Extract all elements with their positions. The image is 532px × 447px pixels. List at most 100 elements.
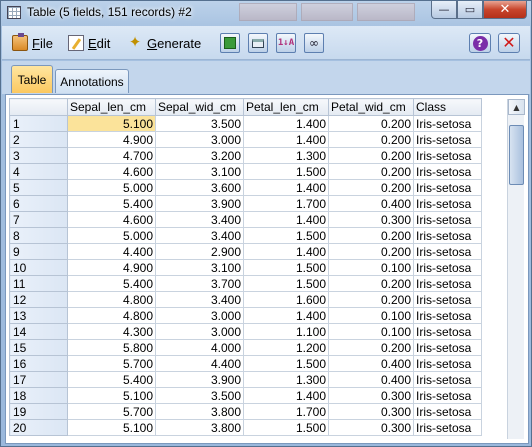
table-cell[interactable]: 1.500 bbox=[243, 419, 329, 436]
table-cell[interactable]: 0.400 bbox=[328, 371, 414, 388]
table-cell[interactable]: 1.500 bbox=[243, 355, 329, 372]
column-header-sepal_len_cm[interactable]: Sepal_len_cm bbox=[67, 98, 156, 116]
table-cell[interactable]: Iris-setosa bbox=[413, 115, 482, 132]
sort-button[interactable]: 1↓A bbox=[276, 33, 296, 53]
table-cell[interactable]: 3.100 bbox=[155, 259, 244, 276]
table-cell[interactable]: 5.100 bbox=[67, 419, 156, 436]
column-header-petal_wid_cm[interactable]: Petal_wid_cm bbox=[328, 98, 414, 116]
table-cell[interactable]: Iris-setosa bbox=[413, 387, 482, 404]
table-row[interactable]: 15 5.800 4.000 1.200 0.200 Iris-setosa bbox=[9, 339, 482, 356]
table-cell[interactable]: 5.700 bbox=[67, 355, 156, 372]
table-cell[interactable]: 1.500 bbox=[243, 163, 329, 180]
table-cell[interactable]: 4.700 bbox=[67, 147, 156, 164]
row-number[interactable]: 5 bbox=[9, 179, 68, 196]
table-cell[interactable]: 3.500 bbox=[155, 115, 244, 132]
tab-annotations[interactable]: Annotations bbox=[55, 69, 129, 93]
table-cell[interactable]: 4.400 bbox=[155, 355, 244, 372]
table-cell[interactable]: Iris-setosa bbox=[413, 339, 482, 356]
table-cell[interactable]: 0.200 bbox=[328, 243, 414, 260]
table-cell[interactable]: 0.200 bbox=[328, 163, 414, 180]
maximize-button[interactable]: ▭ bbox=[457, 1, 483, 19]
table-cell[interactable]: 1.400 bbox=[243, 307, 329, 324]
table-cell[interactable]: 4.800 bbox=[67, 291, 156, 308]
table-cell[interactable]: 0.100 bbox=[328, 307, 414, 324]
scroll-thumb[interactable] bbox=[509, 125, 524, 185]
table-row[interactable]: 8 5.000 3.400 1.500 0.200 Iris-setosa bbox=[9, 227, 482, 244]
table-cell[interactable]: 1.700 bbox=[243, 403, 329, 420]
table-cell[interactable]: 5.000 bbox=[67, 227, 156, 244]
table-cell[interactable]: 1.500 bbox=[243, 227, 329, 244]
table-row[interactable]: 2 4.900 3.000 1.400 0.200 Iris-setosa bbox=[9, 131, 482, 148]
row-number[interactable]: 16 bbox=[9, 355, 68, 372]
table-cell[interactable]: 5.400 bbox=[67, 275, 156, 292]
row-number[interactable]: 12 bbox=[9, 291, 68, 308]
menu-edit[interactable]: Edit bbox=[68, 34, 110, 52]
table-cell[interactable]: 0.300 bbox=[328, 403, 414, 420]
table-cell[interactable]: 1.100 bbox=[243, 323, 329, 340]
title-bar[interactable]: Table (5 fields, 151 records) #2 — ▭ ✕ bbox=[1, 1, 531, 25]
table-cell[interactable]: 0.200 bbox=[328, 339, 414, 356]
table-cell[interactable]: 1.200 bbox=[243, 339, 329, 356]
table-cell[interactable]: 1.300 bbox=[243, 371, 329, 388]
scroll-up-button[interactable]: ▲ bbox=[508, 99, 525, 115]
row-number-header[interactable] bbox=[9, 98, 68, 116]
table-cell[interactable]: 4.900 bbox=[67, 259, 156, 276]
table-cell[interactable]: 1.700 bbox=[243, 195, 329, 212]
table-cell[interactable]: 0.400 bbox=[328, 195, 414, 212]
table-cell[interactable]: Iris-setosa bbox=[413, 211, 482, 228]
table-cell[interactable]: 3.400 bbox=[155, 211, 244, 228]
table-row[interactable]: 14 4.300 3.000 1.100 0.100 Iris-setosa bbox=[9, 323, 482, 340]
vertical-scrollbar[interactable]: ▲ bbox=[507, 99, 525, 439]
close-table-button[interactable]: ✕ bbox=[498, 33, 520, 53]
export-button[interactable] bbox=[220, 33, 240, 53]
column-header-sepal_wid_cm[interactable]: Sepal_wid_cm bbox=[155, 98, 244, 116]
table-cell[interactable]: 0.200 bbox=[328, 291, 414, 308]
table-cell[interactable]: 3.000 bbox=[155, 307, 244, 324]
table-cell[interactable]: 3.000 bbox=[155, 131, 244, 148]
table-cell[interactable]: Iris-setosa bbox=[413, 131, 482, 148]
row-number[interactable]: 4 bbox=[9, 163, 68, 180]
row-number[interactable]: 18 bbox=[9, 387, 68, 404]
row-number[interactable]: 3 bbox=[9, 147, 68, 164]
table-row[interactable]: 5 5.000 3.600 1.400 0.200 Iris-setosa bbox=[9, 179, 482, 196]
table-row[interactable]: 6 5.400 3.900 1.700 0.400 Iris-setosa bbox=[9, 195, 482, 212]
table-cell[interactable]: 1.500 bbox=[243, 275, 329, 292]
table-cell[interactable]: 0.200 bbox=[328, 275, 414, 292]
table-cell[interactable]: 1.400 bbox=[243, 179, 329, 196]
table-cell[interactable]: 3.400 bbox=[155, 291, 244, 308]
table-cell[interactable]: 5.100 bbox=[67, 115, 156, 132]
table-cell[interactable]: 5.700 bbox=[67, 403, 156, 420]
table-cell[interactable]: Iris-setosa bbox=[413, 323, 482, 340]
table-cell[interactable]: 0.100 bbox=[328, 259, 414, 276]
table-cell[interactable]: 1.500 bbox=[243, 259, 329, 276]
table-cell[interactable]: 5.400 bbox=[67, 195, 156, 212]
minimize-button[interactable]: — bbox=[431, 1, 457, 19]
table-cell[interactable]: 1.400 bbox=[243, 211, 329, 228]
row-number[interactable]: 14 bbox=[9, 323, 68, 340]
help-button[interactable]: ? bbox=[469, 33, 491, 53]
table-cell[interactable]: 0.200 bbox=[328, 179, 414, 196]
table-cell[interactable]: Iris-setosa bbox=[413, 403, 482, 420]
table-cell[interactable]: Iris-setosa bbox=[413, 163, 482, 180]
table-cell[interactable]: Iris-setosa bbox=[413, 419, 482, 436]
row-number[interactable]: 8 bbox=[9, 227, 68, 244]
table-cell[interactable]: 4.600 bbox=[67, 163, 156, 180]
row-number[interactable]: 11 bbox=[9, 275, 68, 292]
table-cell[interactable]: 0.200 bbox=[328, 115, 414, 132]
row-number[interactable]: 15 bbox=[9, 339, 68, 356]
table-cell[interactable]: 0.200 bbox=[328, 131, 414, 148]
column-header-petal_len_cm[interactable]: Petal_len_cm bbox=[243, 98, 329, 116]
table-cell[interactable]: 1.400 bbox=[243, 131, 329, 148]
table-cell[interactable]: 0.400 bbox=[328, 355, 414, 372]
table-cell[interactable]: 2.900 bbox=[155, 243, 244, 260]
row-number[interactable]: 10 bbox=[9, 259, 68, 276]
tab-table[interactable]: Table bbox=[11, 65, 53, 93]
table-cell[interactable]: Iris-setosa bbox=[413, 291, 482, 308]
table-cell[interactable]: 3.800 bbox=[155, 419, 244, 436]
table-cell[interactable]: Iris-setosa bbox=[413, 179, 482, 196]
table-row[interactable]: 7 4.600 3.400 1.400 0.300 Iris-setosa bbox=[9, 211, 482, 228]
row-number[interactable]: 13 bbox=[9, 307, 68, 324]
menu-generate[interactable]: ✦ Generate bbox=[127, 34, 202, 52]
table-cell[interactable]: Iris-setosa bbox=[413, 243, 482, 260]
row-number[interactable]: 9 bbox=[9, 243, 68, 260]
